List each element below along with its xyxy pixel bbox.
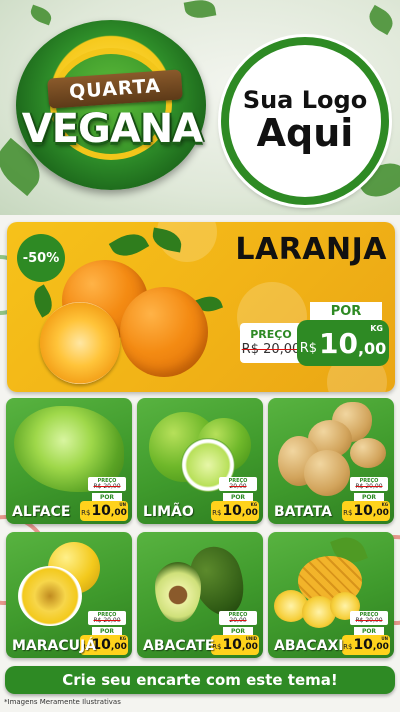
- old-price-value: R$ 20,00: [93, 616, 121, 624]
- product-name: ALFACE: [12, 504, 71, 520]
- price-integer: 10: [353, 637, 373, 653]
- disclaimer-text: *Imagens Meramente Ilustrativas: [4, 698, 121, 706]
- product-card-maracuja[interactable]: PREÇO R$ 20,00 POR R$ 10 ,00 KG MARACUJÁ: [6, 532, 132, 658]
- price-integer: 10: [319, 326, 358, 360]
- old-price-value: 20,00: [229, 616, 247, 624]
- preco-label: PREÇO: [250, 328, 292, 342]
- logo-text-line1: Sua Logo: [242, 85, 368, 114]
- potato-image: [350, 438, 386, 468]
- price-unit: KG: [370, 324, 383, 333]
- price-integer: 10: [222, 637, 242, 653]
- price-unit: KG: [250, 502, 257, 507]
- product-card-limao[interactable]: PREÇO 20,00 POR R$ 10 ,00 KG LIMÃO: [137, 398, 263, 524]
- old-price-value: R$ 20,00: [241, 341, 301, 357]
- price-currency: R$: [299, 340, 317, 356]
- leaf-decoration: [364, 4, 398, 36]
- old-price-tag: PREÇO R$ 20,00: [350, 611, 388, 625]
- old-price-tag: PREÇO 20,00: [219, 477, 257, 491]
- price-decimals: ,00: [241, 507, 258, 518]
- discount-text: -50%: [22, 250, 60, 266]
- price-unit: UN: [119, 502, 126, 507]
- price-integer: 10: [91, 503, 111, 519]
- product-name: LIMÃO: [143, 504, 194, 520]
- old-price-tag: PREÇO R$ 20,00: [350, 477, 388, 491]
- old-price-value: 20,00: [229, 482, 247, 490]
- avocado-half: [155, 562, 201, 622]
- old-price-value: R$ 20,00: [93, 482, 121, 490]
- product-card-alface[interactable]: PREÇO R$ 20,00 POR R$ 10 ,00 UN ALFACE: [6, 398, 132, 524]
- cta-label: Crie seu encarte com este tema!: [62, 671, 338, 689]
- old-price-tag: PREÇO R$ 20,00: [240, 323, 302, 363]
- product-name: ABACAXI: [274, 638, 344, 654]
- featured-product-card[interactable]: -50% LARANJA POR PREÇO R$ 20,00 R$ 10 ,0…: [7, 222, 395, 392]
- old-price-tag: PREÇO R$ 20,00: [88, 611, 126, 625]
- por-label: POR: [354, 493, 384, 501]
- por-label: POR: [92, 627, 122, 635]
- quarta-vegana-badge: QUARTA VEGANA: [6, 14, 216, 194]
- logo-text-line2: Aqui: [256, 111, 354, 156]
- old-price-value: R$ 20,00: [355, 482, 383, 490]
- price-box: R$ 10 ,00 UN: [342, 635, 390, 655]
- product-name: MARACUJÁ: [12, 638, 97, 654]
- price-unit: KG: [381, 502, 388, 507]
- por-label: POR: [310, 302, 382, 320]
- price-integer: 10: [222, 503, 242, 519]
- badge-vegana-text: VEGANA: [21, 106, 204, 152]
- create-flyer-button[interactable]: Crie seu encarte com este tema!: [5, 666, 395, 694]
- product-card-batata[interactable]: PREÇO R$ 20,00 POR R$ 10 ,00 KG BATATA: [268, 398, 394, 524]
- price-decimals: ,00: [372, 507, 389, 518]
- price-decimals: ,00: [110, 507, 127, 518]
- discount-badge: -50%: [17, 234, 65, 282]
- price-integer: 10: [353, 503, 373, 519]
- old-price-value: R$ 20,00: [355, 616, 383, 624]
- price-currency: R$: [343, 509, 353, 517]
- badge-quarta-text: QUARTA: [68, 74, 162, 104]
- price-unit: UN: [381, 636, 388, 641]
- price-unit: UNID: [245, 636, 257, 641]
- price-box: R$ 10 ,00 KG: [342, 501, 390, 521]
- logo-placeholder: Sua Logo Aqui: [221, 37, 389, 205]
- price-box: R$ 10 ,00 UNID: [211, 635, 259, 655]
- price-decimals: ,00: [372, 641, 389, 652]
- potato-image: [304, 450, 350, 496]
- por-label: POR: [354, 627, 384, 635]
- price-decimals: ,00: [357, 338, 387, 358]
- product-card-abacate[interactable]: PREÇO 20,00 POR R$ 10 ,00 UNID ABACATE: [137, 532, 263, 658]
- price-currency: R$: [81, 509, 91, 517]
- old-price-tag: PREÇO 20,00: [219, 611, 257, 625]
- por-label: POR: [92, 493, 122, 501]
- product-name: ABACATE: [143, 638, 215, 654]
- product-name: BATATA: [274, 504, 332, 520]
- price-box: R$ 10 ,00 UN: [80, 501, 128, 521]
- price-box: R$ 10 ,00 KG: [297, 320, 389, 366]
- price-decimals: ,00: [110, 641, 127, 652]
- orange-leaf: [108, 226, 150, 264]
- por-label: POR: [223, 493, 253, 501]
- orange-half: [40, 302, 120, 384]
- orange-fruit: [120, 287, 208, 377]
- price-unit: KG: [119, 636, 126, 641]
- passion-fruit-half: [18, 566, 82, 626]
- header: QUARTA VEGANA Sua Logo Aqui: [0, 0, 400, 215]
- price-box: R$ 10 ,00 KG: [211, 501, 259, 521]
- por-label: POR: [223, 627, 253, 635]
- price-decimals: ,00: [241, 641, 258, 652]
- featured-product-name: LARANJA: [235, 232, 387, 267]
- price-currency: R$: [343, 643, 353, 651]
- price-currency: R$: [212, 509, 222, 517]
- old-price-tag: PREÇO R$ 20,00: [88, 477, 126, 491]
- product-card-abacaxi[interactable]: PREÇO R$ 20,00 POR R$ 10 ,00 UN ABACAXI: [268, 532, 394, 658]
